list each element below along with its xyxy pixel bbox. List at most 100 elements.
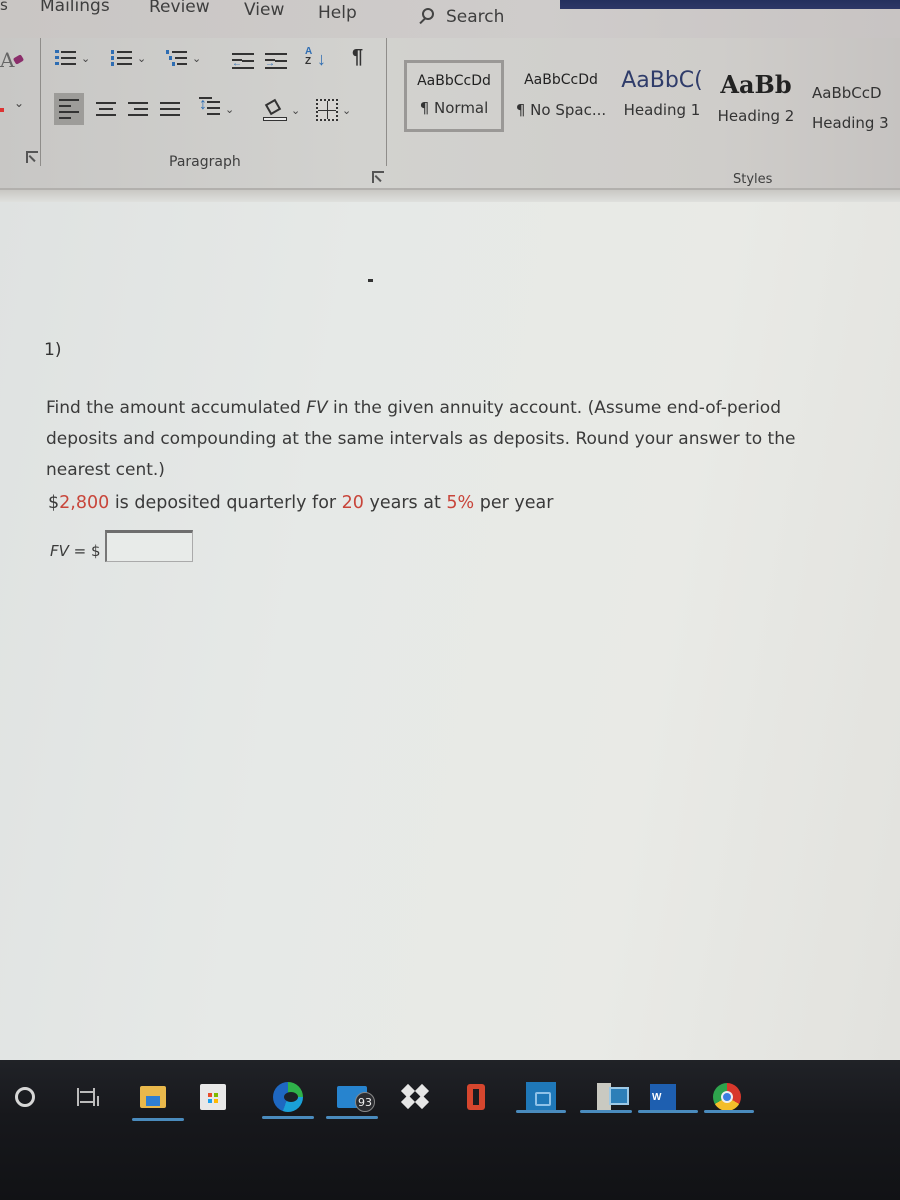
increase-indent-button[interactable]: → [265, 52, 287, 70]
borders-button[interactable]: ⌄ [316, 99, 351, 121]
paragraph-group-label: Paragraph [169, 154, 241, 170]
tab-view[interactable]: View [244, 0, 284, 20]
taskbar-cortana[interactable] [10, 1082, 40, 1112]
line-spacing-button[interactable]: ↕ ⌄ [199, 97, 234, 119]
multilevel-list-icon [166, 49, 188, 67]
question-instructions: Find the amount accumulated FV in the gi… [46, 393, 866, 486]
deposit-amount: 2,800 [59, 493, 110, 513]
edge-icon [273, 1082, 303, 1112]
arrow-right-icon: → [265, 58, 275, 69]
instruction-text: in the given annuity account. (Assume en… [327, 398, 781, 418]
numbering-button[interactable]: ⌄ [111, 49, 146, 67]
shading-button[interactable]: ⌄ [263, 98, 300, 121]
running-indicator [326, 1116, 378, 1119]
running-indicator [638, 1110, 698, 1113]
store-bag-icon [200, 1084, 226, 1110]
style-name: Heading 1 [623, 101, 701, 119]
given-values: $2,800 is deposited quarterly for 20 yea… [48, 493, 553, 513]
mouse-cursor [368, 279, 373, 282]
currency-symbol: $ [48, 493, 60, 513]
taskbar-word[interactable]: W [648, 1082, 678, 1112]
styles-group-label: Styles [733, 172, 773, 187]
taskbar-file-explorer[interactable] [138, 1082, 168, 1112]
task-view-icon [77, 1088, 99, 1106]
style-heading-1[interactable]: AaBbC( Heading 1 [612, 68, 712, 119]
given-text: years at [363, 493, 447, 513]
given-text: per year [474, 493, 554, 513]
title-bar-edge [560, 0, 900, 9]
word-icon: W [650, 1084, 676, 1110]
style-name: Heading 2 [717, 107, 795, 125]
font-group-fragment: A ⌄ [0, 38, 40, 190]
running-indicator [704, 1110, 754, 1113]
align-left-button[interactable] [54, 93, 84, 125]
app-icon [526, 1082, 556, 1112]
search-box[interactable]: Search [416, 6, 504, 28]
paragraph-dialog-launcher[interactable] [372, 171, 384, 183]
chevron-down-icon[interactable]: ⌄ [14, 96, 24, 110]
chevron-down-icon[interactable]: ⌄ [192, 52, 201, 65]
taskbar-mail[interactable]: 93 [337, 1082, 375, 1112]
taskbar-chrome[interactable] [712, 1082, 742, 1112]
align-center-button[interactable] [91, 93, 121, 125]
document-area[interactable]: 1) Find the amount accumulated FV in the… [0, 190, 900, 1060]
fv-variable: FV [306, 398, 328, 418]
taskbar-microsoft-store[interactable] [198, 1082, 228, 1112]
cortana-icon [15, 1087, 35, 1107]
running-indicator [262, 1116, 314, 1119]
borders-icon [316, 99, 338, 121]
numbering-icon [111, 49, 133, 67]
taskbar-your-phone[interactable] [589, 1082, 629, 1112]
chevron-down-icon[interactable]: ⌄ [342, 104, 351, 117]
show-hide-marks-button[interactable]: ¶ [352, 46, 363, 69]
justify-button[interactable] [155, 93, 185, 125]
multilevel-list-button[interactable]: ⌄ [166, 49, 201, 67]
arrow-down-icon: ↓ [317, 49, 326, 69]
office-icon [467, 1084, 485, 1110]
chevron-down-icon[interactable]: ⌄ [137, 52, 146, 65]
taskbar-app[interactable] [526, 1082, 556, 1112]
taskbar-task-view[interactable] [73, 1082, 103, 1112]
instruction-text: nearest cent.) [46, 460, 165, 480]
sort-az-icon: AZ [305, 46, 313, 67]
tab-help[interactable]: Help [318, 3, 357, 23]
style-heading-2[interactable]: AaBb Heading 2 [712, 70, 800, 125]
running-indicator [516, 1110, 566, 1113]
ribbon-tabs: s Mailings Review View Help Search [0, 0, 900, 38]
bullets-button[interactable]: ⌄ [55, 49, 90, 67]
bullets-icon [55, 49, 77, 67]
font-dialog-launcher[interactable] [26, 151, 38, 163]
given-text: is deposited quarterly for [109, 493, 342, 513]
instruction-text: deposits and compounding at the same int… [46, 429, 796, 449]
decrease-indent-button[interactable]: ← [232, 52, 254, 70]
question-number: 1) [44, 340, 62, 360]
font-color-icon[interactable] [0, 108, 4, 112]
chevron-down-icon[interactable]: ⌄ [291, 104, 300, 117]
fv-answer-input[interactable] [104, 530, 193, 562]
style-preview: AaBbCcDd [417, 73, 491, 89]
ribbon: A ⌄ ⌄ ⌄ ⌄ ← → AZ ↓ ¶ ↕ ⌄ ⌄ ⌄ Paragraph A… [0, 38, 900, 190]
dropbox-icon [400, 1083, 430, 1110]
tab-partial[interactable]: s [0, 0, 8, 14]
taskbar-dropbox[interactable] [400, 1082, 430, 1112]
group-divider [40, 38, 41, 166]
fv-variable: FV [50, 542, 69, 560]
align-right-button[interactable] [123, 93, 153, 125]
search-label: Search [446, 7, 505, 27]
rate-value: 5% [446, 493, 475, 513]
chevron-down-icon[interactable]: ⌄ [81, 52, 90, 65]
running-indicator [580, 1110, 632, 1113]
style-heading-3[interactable]: AaBbCcD Heading 3 [812, 84, 900, 132]
taskbar-office[interactable] [461, 1082, 491, 1112]
ribbon-shadow [0, 190, 900, 202]
clear-formatting-icon[interactable]: A [0, 48, 25, 72]
running-indicator [132, 1118, 184, 1121]
chevron-down-icon[interactable]: ⌄ [225, 103, 234, 116]
tab-mailings[interactable]: Mailings [40, 0, 110, 16]
tab-review[interactable]: Review [149, 0, 210, 17]
sort-button[interactable]: AZ ↓ [305, 47, 331, 73]
answer-label: FV = $ [50, 542, 101, 562]
style-normal[interactable]: AaBbCcDd ¶ Normal [404, 60, 504, 132]
taskbar-edge[interactable] [273, 1082, 303, 1112]
style-no-spacing[interactable]: AaBbCcDd ¶ No Spac... [508, 72, 614, 119]
